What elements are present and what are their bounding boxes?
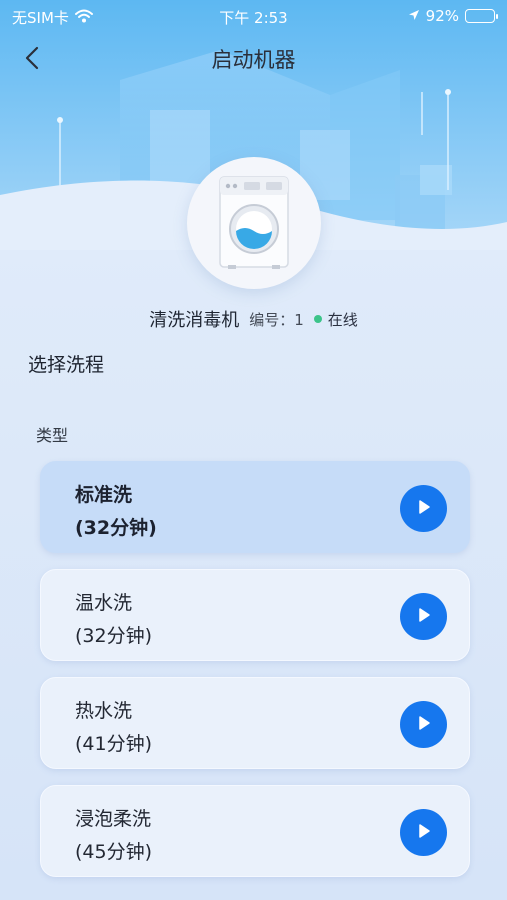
device-name: 清洗消毒机 bbox=[149, 310, 240, 331]
online-status: 在线 bbox=[313, 309, 358, 330]
program-duration: (41分钟) bbox=[75, 733, 153, 755]
start-program-button[interactable] bbox=[400, 485, 447, 532]
program-duration: (45分钟) bbox=[75, 841, 153, 863]
battery-icon bbox=[465, 9, 498, 23]
play-icon bbox=[415, 606, 433, 628]
program-name: 标准洗 bbox=[75, 484, 133, 506]
play-icon bbox=[415, 714, 433, 736]
program-card-hot[interactable]: 热水洗 (41分钟) bbox=[40, 677, 470, 769]
page-title: 启动机器 bbox=[211, 48, 296, 72]
program-card-standard[interactable]: 标准洗 (32分钟) bbox=[40, 461, 470, 553]
start-program-button[interactable] bbox=[400, 809, 447, 856]
program-card-soak[interactable]: 浸泡柔洗 (45分钟) bbox=[40, 785, 470, 877]
program-card-warm[interactable]: 温水洗 (32分钟) bbox=[40, 569, 470, 661]
type-label: 类型 bbox=[36, 426, 69, 445]
status-dot-icon bbox=[313, 315, 322, 323]
location-arrow-icon bbox=[408, 7, 420, 25]
start-program-button[interactable] bbox=[400, 701, 447, 748]
program-name: 温水洗 bbox=[75, 592, 133, 614]
online-status-label: 在线 bbox=[327, 310, 358, 329]
device-number: 编号：1 bbox=[249, 310, 304, 329]
battery-percent: 92% bbox=[425, 7, 459, 25]
play-icon bbox=[415, 822, 433, 844]
section-title: 选择洗程 bbox=[28, 354, 105, 376]
nav-bar: 启动机器 bbox=[0, 36, 507, 80]
program-name: 浸泡柔洗 bbox=[75, 808, 152, 830]
device-info: 清洗消毒机 编号：1 在线 bbox=[0, 306, 507, 332]
device-avatar bbox=[187, 157, 321, 289]
status-bar: 无SIM卡 下午 2:53 92% bbox=[0, 0, 507, 32]
program-duration: (32分钟) bbox=[75, 625, 153, 647]
program-name: 热水洗 bbox=[75, 700, 133, 722]
start-program-button[interactable] bbox=[400, 593, 447, 640]
washing-machine-icon bbox=[219, 176, 289, 269]
play-icon bbox=[415, 498, 433, 520]
program-duration: (32分钟) bbox=[75, 517, 157, 539]
